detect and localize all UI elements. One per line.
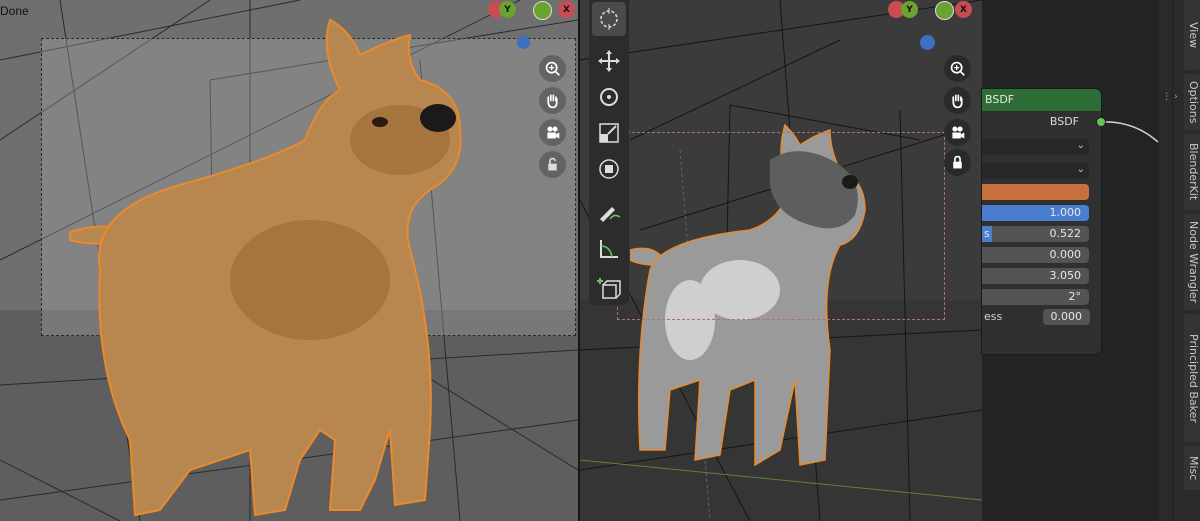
middle-navigation-gizmo[interactable]: Y X — [888, 0, 978, 55]
field-label: s — [982, 226, 992, 242]
gizmo-y-axis[interactable]: Y — [499, 1, 516, 18]
zoom-icon[interactable] — [539, 55, 566, 82]
gizmo-x-axis[interactable]: X — [558, 1, 575, 18]
measure-tool-icon[interactable] — [592, 232, 626, 266]
sidebar-tab-misc[interactable]: Misc — [1184, 446, 1200, 490]
field-value: 0.000 — [1050, 310, 1083, 323]
transform-tool-icon[interactable] — [592, 152, 626, 186]
node-dropdown-1[interactable]: ⌄ — [982, 139, 1089, 155]
left-navigation-gizmo[interactable]: Y X — [488, 0, 578, 55]
chevron-down-icon: ⌄ — [1076, 164, 1085, 175]
gizmo-x-axis[interactable]: X — [955, 1, 972, 18]
rotate-tool-icon[interactable] — [592, 80, 626, 114]
pan-hand-icon[interactable] — [539, 87, 566, 114]
left-viewport-rendered[interactable]: Done — [0, 0, 578, 521]
node-link — [1099, 121, 1159, 143]
field-value: 0.000 — [1049, 248, 1082, 261]
scale-tool-icon[interactable] — [592, 116, 626, 150]
gizmo-neg-y-icon[interactable] — [533, 1, 552, 20]
node-output-label: BSDF — [1049, 115, 1079, 128]
node-dropdown-2[interactable]: ⌄ — [982, 163, 1089, 179]
zoom-icon[interactable] — [944, 55, 971, 82]
gizmo-z-icon[interactable] — [517, 36, 530, 49]
gizmo-z-icon[interactable] — [920, 35, 935, 50]
gizmo-neg-y-icon[interactable] — [935, 1, 954, 20]
annotate-tool-icon[interactable] — [592, 195, 626, 229]
node-field-5[interactable]: 2° — [982, 289, 1089, 305]
node-field-4[interactable]: 3.050 — [982, 268, 1089, 284]
sidebar-tab-principled-baker[interactable]: Principled Baker — [1184, 314, 1200, 442]
gizmo-y-axis[interactable]: Y — [901, 1, 918, 18]
node-field-6-value-box[interactable]: 0.000 — [1043, 309, 1090, 325]
cursor-tool-icon[interactable] — [592, 2, 626, 36]
sidebar-tab-blenderkit[interactable]: BlenderKit — [1184, 134, 1200, 210]
lock-icon[interactable] — [944, 149, 971, 176]
status-done-label: Done — [0, 4, 29, 18]
dog-model-rendered[interactable] — [40, 10, 520, 521]
field-value: 0.522 — [1049, 227, 1082, 240]
node-field-2[interactable]: s 0.522 — [982, 226, 1089, 242]
panel-divider — [1172, 0, 1173, 521]
camera-icon[interactable] — [944, 119, 971, 146]
tool-shelf — [589, 0, 629, 305]
move-tool-icon[interactable] — [592, 44, 626, 78]
camera-icon[interactable] — [539, 119, 566, 146]
base-color-field[interactable] — [982, 184, 1089, 200]
collapse-handle-icon[interactable]: ⋮ › — [1161, 92, 1179, 106]
node-field-1[interactable]: 1.000 — [982, 205, 1089, 221]
field-value: 2° — [1068, 290, 1082, 303]
unlock-icon[interactable] — [539, 151, 566, 178]
sidebar-tab-view[interactable]: View — [1184, 0, 1200, 70]
selection-box — [617, 132, 945, 320]
sidebar-tab-options[interactable]: Options — [1184, 74, 1200, 130]
field-label: ess — [984, 310, 1003, 323]
add-cube-tool-icon[interactable] — [592, 272, 626, 306]
node-field-3[interactable]: 0.000 — [982, 247, 1089, 263]
node-header[interactable]: BSDF — [982, 89, 1101, 111]
field-value: 1.000 — [1049, 206, 1082, 219]
chevron-down-icon: ⌄ — [1076, 140, 1085, 151]
field-value: 3.050 — [1049, 269, 1082, 282]
pan-hand-icon[interactable] — [944, 87, 971, 114]
bsdf-output-socket[interactable] — [1096, 117, 1106, 127]
sidebar-tab-node-wrangler[interactable]: Node Wrangler — [1184, 214, 1200, 310]
